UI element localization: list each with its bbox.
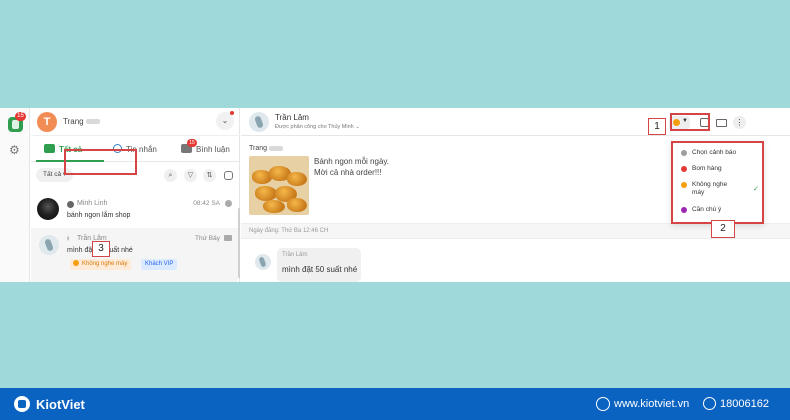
message-sender: Trần Lâm xyxy=(282,252,308,258)
account-name: Trang xyxy=(63,117,100,126)
timestamp: 08:42 SA xyxy=(193,200,220,207)
post-image[interactable] xyxy=(249,156,309,215)
brand-name: KiotViet xyxy=(36,397,85,412)
timestamp: Thứ Bảy xyxy=(195,235,220,242)
kiotviet-logo-icon xyxy=(14,396,30,412)
warning-tag[interactable]: Không nghe máy xyxy=(70,259,132,270)
globe-icon xyxy=(596,397,610,411)
list-item[interactable]: Minh Linh 08:42 SA bánh ngon lắm shop xyxy=(31,193,240,229)
status-dot-icon xyxy=(681,207,687,213)
comment-icon xyxy=(224,235,232,241)
contact-name: Minh Linh xyxy=(77,200,108,207)
avatar xyxy=(39,235,59,255)
vip-tag[interactable]: Khách VIP xyxy=(141,259,178,270)
comments-badge: 15 xyxy=(187,139,197,147)
app-rail: 15 ⚙ xyxy=(0,108,30,282)
avatar xyxy=(37,198,59,220)
step-number-2: 2 xyxy=(711,220,735,238)
scrollbar[interactable] xyxy=(238,208,240,278)
message-text: mình đặt 50 suất nhé xyxy=(282,265,358,274)
footer-bar: KiotViet www.kiotviet.vn 18006162 xyxy=(0,388,790,420)
post-date-bar: Ngày đăng: Thứ Ba 12:46 CH xyxy=(241,223,790,239)
post-text: Bánh ngon mỗi ngày. Mời cả nhà order!!! xyxy=(314,157,390,177)
website-link[interactable]: www.kiotviet.vn xyxy=(614,398,689,410)
chat-icon xyxy=(44,144,55,153)
post-author: Trang xyxy=(249,145,284,152)
status-dot-icon xyxy=(681,150,687,156)
list-item[interactable]: ⁱˡ Trần Lâm Thứ Bảy mình đặt 50 suất nhé… xyxy=(31,228,238,282)
menu-item-bom-hang[interactable]: Bom hàng xyxy=(681,165,722,173)
select-all-checkbox[interactable] xyxy=(224,171,233,180)
search-icon[interactable]: ⌕ xyxy=(164,169,177,182)
menu-item-choose-warning[interactable]: Chọn cảnh báo xyxy=(681,149,736,157)
avatar xyxy=(249,112,269,132)
avatar xyxy=(255,254,271,270)
filter-icon[interactable]: ▽ xyxy=(184,169,197,182)
step-number-3: 3 xyxy=(92,241,110,257)
account-header: T Trang ⌄ xyxy=(31,108,240,136)
conversation-panel: T Trang ⌄ Tất cả Tin nhắn Bình luận 15 T… xyxy=(31,108,240,282)
message-bubble: Trần Lâm mình đặt 50 suất nhé xyxy=(277,248,361,282)
channel-icon xyxy=(67,201,74,208)
warning-icon xyxy=(73,260,79,266)
assignment-label[interactable]: Được phân công cho Thủy Minh ⌄ xyxy=(275,124,360,130)
warning-menu: Chọn cảnh báo Bom hàng Không nghe máy ✓ … xyxy=(671,141,764,224)
step-number-1: 1 xyxy=(648,118,666,135)
mail-icon[interactable] xyxy=(716,119,727,127)
highlight-box-3 xyxy=(64,149,137,175)
check-icon: ✓ xyxy=(753,186,759,193)
notification-badge: 15 xyxy=(15,112,26,121)
contact-name: Trần Lâm xyxy=(275,113,309,122)
message-preview: bánh ngon lắm shop xyxy=(67,212,131,219)
status-dot-icon xyxy=(681,182,687,188)
menu-item-khong-nghe-may[interactable]: Không nghe máy xyxy=(681,181,741,197)
menu-item-can-chu-y[interactable]: Cần chú ý xyxy=(681,206,721,214)
status-dot-icon xyxy=(681,166,687,172)
gear-icon[interactable]: ⚙ xyxy=(9,144,20,156)
alert-dot xyxy=(230,111,234,115)
sort-icon[interactable]: ⇅ xyxy=(203,169,216,182)
phone-icon xyxy=(703,397,716,410)
highlight-box-1 xyxy=(670,113,710,131)
channel-icon: ⁱˡ xyxy=(67,237,70,244)
status-icon xyxy=(225,200,232,207)
hotline-number[interactable]: 18006162 xyxy=(720,398,769,410)
more-icon[interactable]: ⋮ xyxy=(733,116,746,129)
avatar[interactable]: T xyxy=(37,112,57,132)
